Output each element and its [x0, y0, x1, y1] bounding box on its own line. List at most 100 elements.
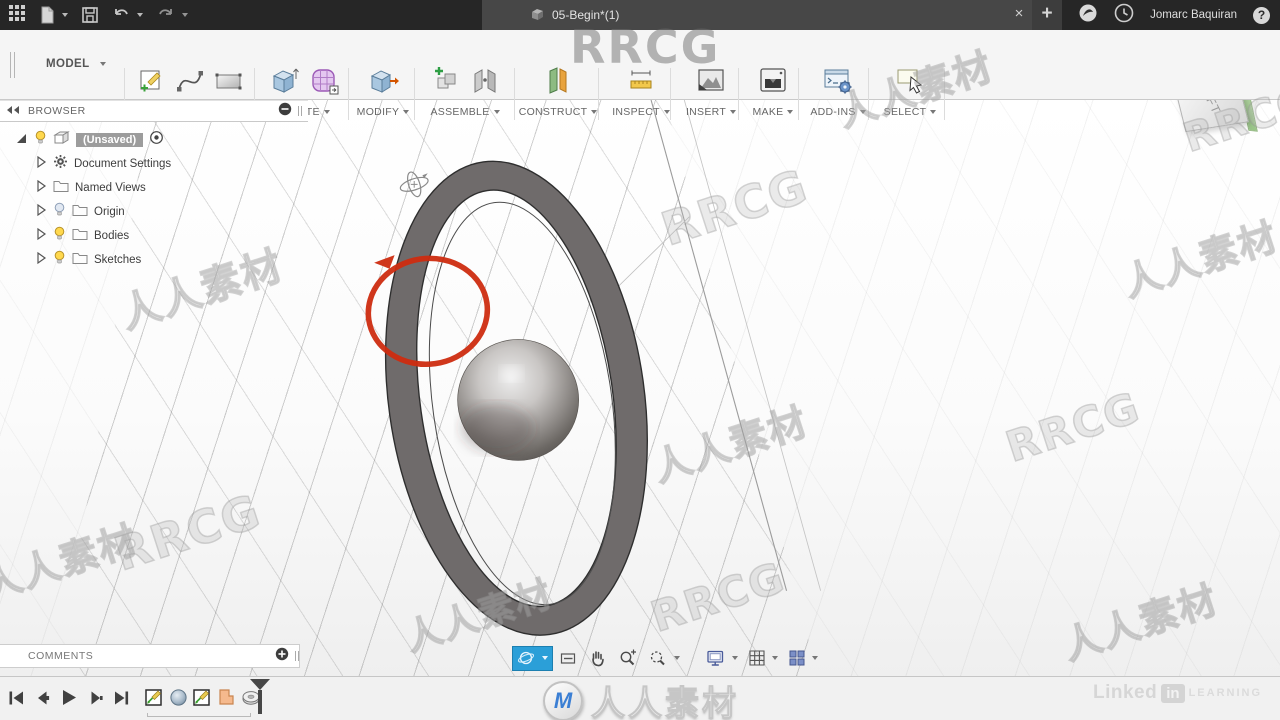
- create-sketch-icon[interactable]: [136, 66, 166, 101]
- grid-snaps-button[interactable]: [744, 646, 782, 671]
- navigation-toolbar: [512, 645, 822, 671]
- workspace-selector[interactable]: MODEL: [36, 50, 116, 78]
- tree-row-sketches[interactable]: Sketches: [14, 248, 308, 272]
- ribbon-menu-construct[interactable]: CONSTRUCT: [519, 106, 598, 118]
- view-cube-front-face[interactable]: LEFT: [1171, 100, 1249, 133]
- timeline-extrude-feature-icon[interactable]: [216, 687, 237, 713]
- job-status-icon[interactable]: [1114, 3, 1134, 28]
- visibility-bulb-icon[interactable]: [34, 130, 47, 150]
- toolbar-drag-handle[interactable]: [10, 52, 15, 78]
- redo-button[interactable]: [157, 8, 188, 23]
- tree-item-label: Bodies: [94, 230, 130, 242]
- display-settings-button[interactable]: [702, 646, 742, 671]
- rectangle-tool-icon[interactable]: [214, 66, 244, 101]
- step-forward-button[interactable]: [87, 690, 104, 711]
- caret-down-icon: [493, 110, 500, 114]
- orbit-gizmo-icon: [399, 171, 429, 198]
- panel-drag-handle[interactable]: [298, 106, 302, 116]
- expand-arrow-icon[interactable]: [34, 251, 47, 270]
- ribbon-menu-make[interactable]: MAKE: [753, 106, 794, 118]
- visibility-bulb-icon[interactable]: [53, 250, 66, 270]
- panel-drag-handle[interactable]: [295, 651, 299, 661]
- visibility-bulb-icon[interactable]: [53, 226, 66, 246]
- ribbon-menu-modify[interactable]: MODIFY: [357, 106, 410, 118]
- zoom-button[interactable]: [614, 646, 642, 671]
- spline-icon[interactable]: [175, 66, 205, 101]
- tree-row-named-views[interactable]: Named Views: [14, 176, 308, 200]
- tab-close-icon[interactable]: ×: [1010, 5, 1028, 23]
- press-pull-icon[interactable]: [367, 65, 399, 102]
- expand-arrow-icon[interactable]: [34, 179, 47, 198]
- workspace-label: MODEL: [46, 58, 90, 70]
- add-comment-icon[interactable]: [275, 647, 289, 666]
- joint-icon[interactable]: [470, 65, 500, 102]
- solid-box-icon[interactable]: [267, 65, 299, 102]
- view-cube[interactable]: LEFT Z X: [1158, 100, 1268, 144]
- a360-icon[interactable]: [1078, 3, 1098, 28]
- browser-header[interactable]: BROWSER: [0, 100, 308, 122]
- undo-button[interactable]: [112, 8, 143, 23]
- step-back-button[interactable]: [34, 690, 51, 711]
- document-tab[interactable]: 05-Begin*(1) ×: [482, 0, 1038, 30]
- settings-gear-icon: [53, 154, 68, 174]
- ribbon-group-assemble: ASSEMBLE: [420, 63, 510, 118]
- help-icon[interactable]: ?: [1253, 6, 1270, 24]
- document-name[interactable]: (Unsaved): [76, 133, 144, 147]
- folder-icon: [72, 203, 88, 221]
- folder-icon: [53, 179, 69, 197]
- activate-radio-icon[interactable]: [149, 130, 164, 150]
- plane-edge-line[interactable]: [650, 100, 788, 591]
- caret-down-icon: [732, 656, 738, 660]
- expanded-arrow-icon[interactable]: [14, 131, 28, 150]
- skip-to-start-button[interactable]: [8, 690, 25, 711]
- new-tab-button[interactable]: +: [1032, 0, 1063, 30]
- look-at-button[interactable]: [555, 646, 582, 671]
- create-form-icon[interactable]: [308, 65, 340, 102]
- ribbon-menu-inspect[interactable]: INSPECT: [612, 106, 670, 118]
- tree-row-root[interactable]: (Unsaved): [14, 128, 308, 152]
- play-button[interactable]: [60, 689, 78, 711]
- insert-image-icon[interactable]: [695, 66, 727, 101]
- viewports-button[interactable]: [784, 646, 822, 671]
- save-button[interactable]: [82, 7, 98, 23]
- expand-arrow-icon[interactable]: [34, 155, 47, 174]
- caret-down-icon: [182, 13, 188, 17]
- fit-button[interactable]: [644, 646, 684, 671]
- browser-tree: (Unsaved) Document Settings Named Views: [0, 122, 308, 272]
- 3d-print-icon[interactable]: [757, 66, 789, 101]
- timeline-sketch-feature-icon[interactable]: [144, 687, 165, 713]
- tree-row-bodies[interactable]: Bodies: [14, 224, 308, 248]
- orbit-button[interactable]: [512, 645, 553, 671]
- scripts-addins-icon[interactable]: [822, 66, 854, 101]
- file-menu-button[interactable]: [40, 6, 68, 24]
- linkedin-word: Linked: [1093, 682, 1158, 703]
- sphere-shadow: [461, 404, 533, 452]
- tree-row-origin[interactable]: Origin: [14, 200, 308, 224]
- new-component-icon[interactable]: [431, 65, 461, 102]
- user-name[interactable]: Jomarc Baquiran: [1150, 9, 1237, 21]
- expand-arrow-icon[interactable]: [34, 203, 47, 222]
- tree-row-document-settings[interactable]: Document Settings: [14, 152, 308, 176]
- document-cube-icon: [530, 7, 545, 25]
- ribbon-menu-addins[interactable]: ADD-INS: [810, 106, 866, 118]
- visibility-bulb-off-icon[interactable]: [53, 202, 66, 222]
- pan-button[interactable]: [584, 646, 612, 671]
- timeline-playback-controls: [8, 689, 130, 711]
- comments-title: COMMENTS: [28, 650, 94, 662]
- measure-icon[interactable]: [624, 65, 658, 102]
- collapse-panel-icon[interactable]: [6, 102, 20, 120]
- timeline-sphere-feature-icon[interactable]: [168, 687, 189, 713]
- ribbon-menu-assemble[interactable]: ASSEMBLE: [430, 106, 500, 118]
- expand-arrow-icon[interactable]: [34, 227, 47, 246]
- timeline-position-marker[interactable]: [250, 679, 270, 714]
- remove-panel-icon[interactable]: [278, 102, 292, 121]
- app-launcher-icon[interactable]: [8, 4, 26, 27]
- ribbon-menu-insert[interactable]: INSERT: [686, 106, 737, 118]
- plane-edge-line-2[interactable]: [683, 100, 822, 591]
- select-tool-icon[interactable]: [894, 66, 926, 101]
- ribbon-menu-select[interactable]: SELECT: [884, 106, 937, 118]
- timeline-sketch-feature-icon[interactable]: [192, 687, 213, 713]
- construction-plane-icon[interactable]: [543, 65, 573, 102]
- comments-panel[interactable]: COMMENTS: [0, 644, 300, 668]
- skip-to-end-button[interactable]: [113, 690, 130, 711]
